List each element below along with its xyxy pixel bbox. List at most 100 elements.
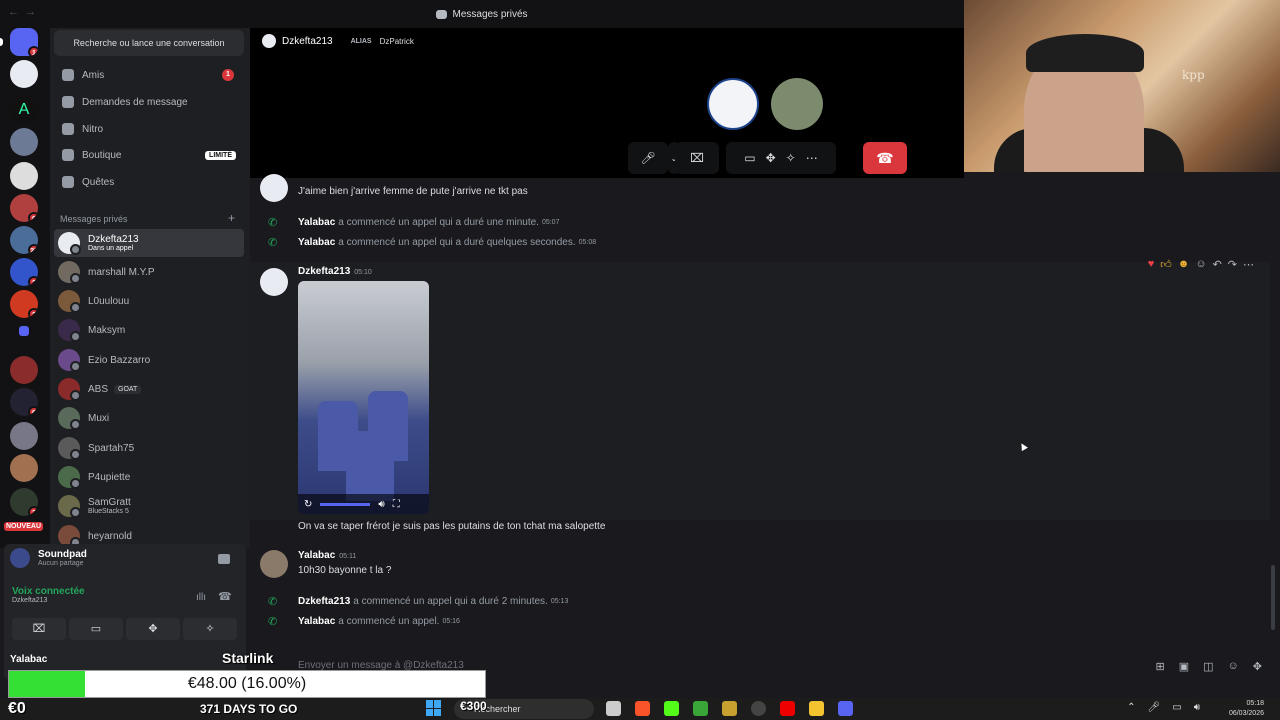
signal-icon[interactable]: ıllı — [196, 592, 206, 603]
sheet-icon[interactable] — [693, 701, 708, 716]
nav-nitro[interactable]: Nitro — [56, 117, 242, 141]
message-header: Yalabac 05:11 — [298, 550, 356, 561]
heart-react-icon[interactable]: ♥ — [1148, 258, 1155, 271]
chevron-up-icon[interactable]: ⌃ — [1127, 702, 1135, 713]
server-icon[interactable]: 6 — [10, 388, 38, 416]
server-icon[interactable]: 3 — [10, 488, 38, 516]
app-icon[interactable] — [722, 701, 737, 716]
nav-friends[interactable]: Amis 1 — [56, 63, 242, 87]
server-icon[interactable]: 2 — [10, 290, 38, 318]
server-icon[interactable] — [10, 454, 38, 482]
replay-icon[interactable]: ↻ — [304, 499, 312, 510]
more-icon[interactable]: ⋯ — [806, 151, 818, 165]
caller-avatar-76ers[interactable] — [707, 78, 759, 130]
timestamp: 05:07 — [541, 219, 560, 226]
soundboard-icon[interactable]: ✧ — [786, 151, 796, 165]
server-icon[interactable]: 2 — [10, 258, 38, 286]
mic-button[interactable]: 🎤︎ — [628, 142, 668, 174]
progress-slider[interactable] — [320, 502, 371, 506]
dm-status: Dans un appel — [88, 245, 134, 252]
windows-start-icon[interactable] — [426, 700, 442, 716]
dm-item[interactable]: Spartah75 — [54, 434, 244, 462]
screen-share-icon[interactable] — [218, 554, 230, 564]
explorer-icon[interactable] — [809, 701, 824, 716]
apps-icon[interactable]: ✥ — [1253, 660, 1262, 673]
activities-button[interactable]: ✥ — [126, 618, 180, 640]
dm-item[interactable]: SamGratt BlueStacks 5 — [54, 492, 244, 520]
soundboard-button[interactable]: ✧ — [183, 618, 237, 640]
dm-item[interactable]: marshall M.Y.P — [54, 258, 244, 286]
avatar[interactable] — [260, 550, 288, 578]
call-user[interactable]: Yalabac — [298, 616, 335, 627]
kick-icon[interactable] — [664, 701, 679, 716]
obs-icon[interactable] — [751, 701, 766, 716]
author-name[interactable]: Yalabac — [298, 550, 335, 561]
add-reaction-icon[interactable]: ☺ — [1195, 258, 1206, 271]
dm-item[interactable]: Maksym — [54, 316, 244, 344]
nav-shop[interactable]: Boutique LIMITÉ — [56, 143, 242, 167]
forward-icon[interactable]: ↷ — [1228, 258, 1237, 271]
current-user-name[interactable]: Yalabac — [10, 654, 47, 665]
dm-item[interactable]: L0uulouu — [54, 287, 244, 315]
discord-taskbar-icon[interactable] — [838, 701, 853, 716]
camera-off-button[interactable]: ⌧ — [12, 618, 66, 640]
add-dm-icon[interactable]: + — [228, 211, 235, 225]
call-username[interactable]: Dzkefta213 — [282, 36, 333, 47]
nav-message-requests[interactable]: Demandes de message — [56, 90, 242, 114]
soundpad-activity[interactable]: Soundpad Aucun partage — [10, 548, 87, 568]
author-name[interactable]: Dzkefta213 — [298, 266, 350, 277]
call-user[interactable]: Yalabac — [298, 217, 335, 228]
dm-item[interactable]: P4upiette — [54, 463, 244, 491]
brave-icon[interactable] — [635, 701, 650, 716]
gift-icon[interactable]: ⊞ — [1156, 660, 1165, 673]
thumbs-up-icon[interactable]: 👍︎ — [1160, 258, 1172, 271]
hang-up-button[interactable]: ☎ — [863, 142, 907, 174]
emoji-icon[interactable]: ☺ — [1228, 660, 1239, 673]
server-icon[interactable] — [10, 162, 38, 190]
call-user[interactable]: Yalabac — [298, 237, 335, 248]
avatar[interactable] — [260, 268, 288, 296]
call-user[interactable]: Dzkefta213 — [298, 596, 350, 607]
disconnect-icon[interactable]: ☎ — [218, 590, 232, 603]
folder-icon[interactable] — [19, 326, 29, 336]
nav-quests[interactable]: Quêtes — [56, 170, 242, 194]
youtube-icon[interactable] — [780, 701, 795, 716]
fullscreen-icon[interactable]: ⛶ — [393, 499, 400, 510]
camera-button[interactable]: ⌧ — [675, 142, 719, 174]
activities-icon[interactable]: ✥ — [766, 151, 776, 165]
server-icon[interactable] — [10, 422, 38, 450]
server-icon[interactable]: 25 — [10, 226, 38, 254]
dm-item[interactable]: Ezio Bazzarro — [54, 346, 244, 374]
emoji-react-icon[interactable]: ☻ — [1178, 258, 1190, 271]
server-a-icon[interactable]: A — [10, 96, 38, 124]
dm-item[interactable]: Muxi — [54, 404, 244, 432]
volume-icon[interactable]: 🔊︎ — [378, 499, 384, 510]
history-nav-icons[interactable]: ←→ — [8, 6, 42, 18]
server-icon[interactable] — [10, 128, 38, 156]
clock[interactable]: 05:18 06/03/2026 — [1229, 698, 1264, 719]
server-icon[interactable]: 9 — [10, 194, 38, 222]
voice-connected-status[interactable]: Voix connectée Dzkefta213 — [12, 586, 85, 604]
server-badge: 2 — [28, 308, 38, 318]
more-icon[interactable]: ⋯ — [1243, 258, 1254, 271]
server-icon[interactable] — [10, 356, 38, 384]
video-attachment[interactable]: ↻ 🔊︎ ⛶ — [298, 281, 429, 514]
caller-avatar-user[interactable] — [771, 78, 823, 130]
taskview-icon[interactable] — [606, 701, 621, 716]
network-icon[interactable]: ▭ — [1172, 702, 1181, 713]
call-header: Dzkefta213 ALIAS DzPatrick — [262, 34, 414, 48]
gif-icon[interactable]: ▣ — [1179, 660, 1189, 673]
server-76ers-icon[interactable] — [10, 60, 38, 88]
mic-tray-icon[interactable]: 🎤︎ — [1148, 702, 1161, 713]
discord-home-icon[interactable]: 1 — [10, 28, 38, 56]
dm-item[interactable]: ABS GOAT — [54, 375, 244, 403]
volume-icon[interactable]: 🔊︎ — [1194, 702, 1200, 713]
sticker-icon[interactable]: ◫ — [1203, 660, 1213, 673]
search-conversation-button[interactable]: Recherche ou lance une conversation — [54, 30, 244, 56]
reply-icon[interactable]: ↶ — [1213, 258, 1222, 271]
screen-share-icon[interactable]: ▭ — [744, 151, 755, 165]
dm-item[interactable]: Dzkefta213 Dans un appel — [54, 229, 244, 257]
share-screen-button[interactable]: ▭ — [69, 618, 123, 640]
mail-icon — [62, 96, 74, 108]
scrollbar[interactable] — [1271, 565, 1275, 630]
